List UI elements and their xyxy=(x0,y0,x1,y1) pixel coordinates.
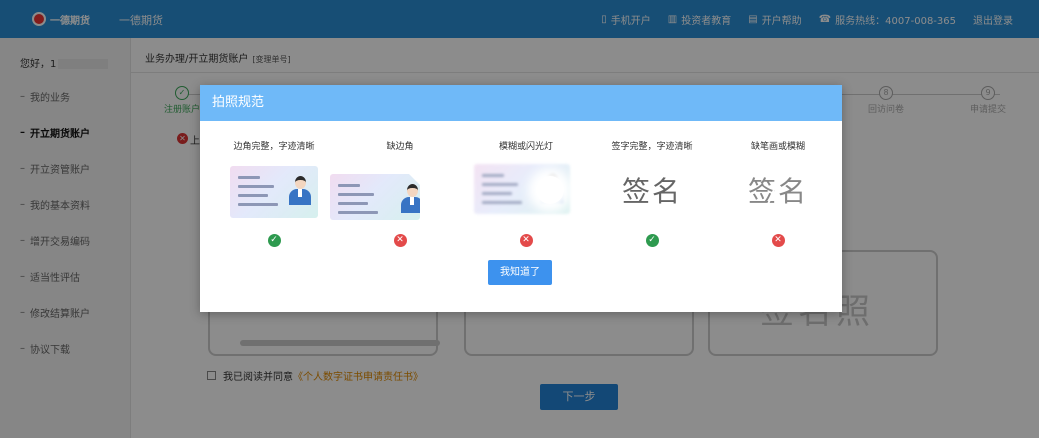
photo-guidelines-modal: 拍照规范 边角完整，字迹清晰 ✓ 缺边角 ✕ 模糊或闪光灯 ✕ 签字完整，字迹清… xyxy=(200,85,842,312)
example-caption: 缺笔画或模糊 xyxy=(750,142,805,152)
id-card-illustration xyxy=(474,164,576,222)
example-broken-signature: 缺笔画或模糊 签名 ✕ xyxy=(715,139,841,247)
flash-glare xyxy=(536,176,564,204)
cross-icon: ✕ xyxy=(393,234,407,247)
example-caption: 模糊或闪光灯 xyxy=(498,142,553,152)
example-caption: 签字完整，字迹清晰 xyxy=(611,142,693,152)
example-caption: 缺边角 xyxy=(386,142,414,152)
modal-title: 拍照规范 xyxy=(200,85,842,121)
id-card-image xyxy=(230,166,318,218)
avatar-icon xyxy=(400,182,420,214)
signature-illustration: 签名 xyxy=(602,164,702,222)
cross-icon: ✕ xyxy=(519,234,533,247)
id-card-illustration xyxy=(224,164,324,222)
check-icon: ✓ xyxy=(645,234,659,247)
example-blurry-flash: 模糊或闪光灯 ✕ xyxy=(463,139,589,247)
cross-icon: ✕ xyxy=(771,234,785,247)
check-icon: ✓ xyxy=(267,234,281,247)
example-missing-corner: 缺边角 ✕ xyxy=(330,139,463,247)
got-it-button[interactable]: 我知道了 xyxy=(488,260,552,285)
cut-corner xyxy=(406,171,420,185)
id-card-illustration xyxy=(330,164,450,222)
signature-illustration: 签名 xyxy=(728,164,828,222)
avatar-icon xyxy=(288,174,312,206)
example-correct-card: 边角完整，字迹清晰 ✓ xyxy=(211,139,337,247)
example-correct-signature: 签字完整，字迹清晰 签名 ✓ xyxy=(589,139,715,247)
example-caption: 边角完整，字迹清晰 xyxy=(233,142,315,152)
signature-text: 签名 xyxy=(621,175,682,208)
